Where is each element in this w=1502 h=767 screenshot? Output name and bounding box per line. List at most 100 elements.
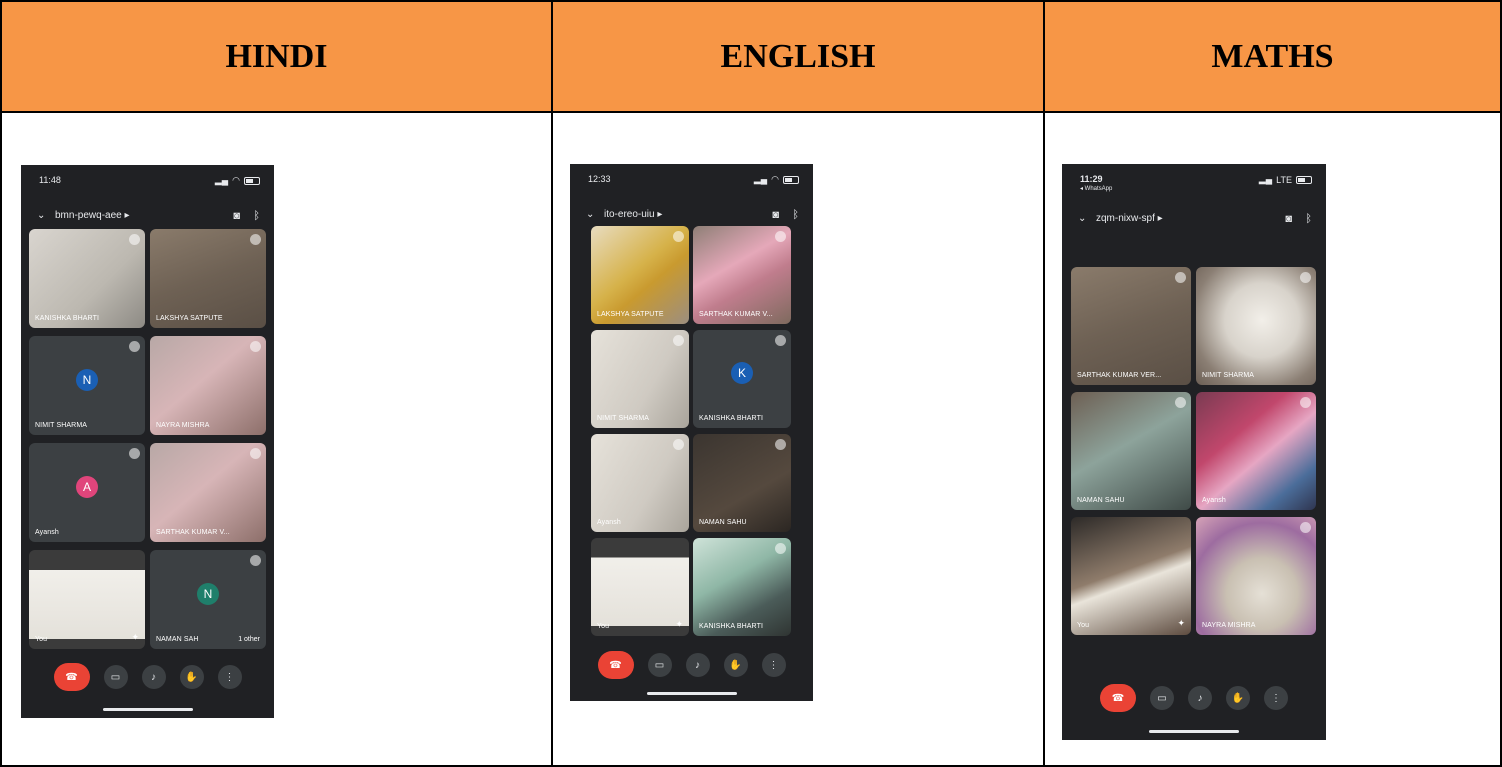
phone-screenshot-maths: 11:29 ◂ WhatsApp ▂▄ LTE ⌄ zqm-nixw-spf ▸ … <box>1062 164 1326 740</box>
participant-avatar: A <box>76 475 98 498</box>
meeting-code[interactable]: bmn-pewq-aee ▸ <box>55 210 130 221</box>
phone-screenshot-hindi: 11:48 ▂▄ ◠ ⌄ bmn-pewq-aee ▸ ◙ ᛒ KANISHKA … <box>21 165 274 718</box>
participant-tile[interactable]: LAKSHYA SATPUTE <box>150 229 266 328</box>
more-options-button[interactable]: ⋮ <box>217 665 242 689</box>
signal-icon: ▂▄ <box>1258 174 1273 184</box>
bluetooth-icon[interactable]: ᛒ <box>1305 213 1312 225</box>
more-options-button[interactable]: ⋮ <box>761 653 786 677</box>
column-divider <box>1043 0 1045 767</box>
participant-avatar: N <box>76 368 98 391</box>
mic-muted-icon <box>775 335 786 346</box>
status-icons: ▂▄ ◠ <box>215 175 260 186</box>
participant-tile[interactable]: Ayansh <box>1196 392 1316 510</box>
effects-icon[interactable]: ✦ <box>131 632 139 643</box>
column-header-maths: MATHS <box>1045 2 1500 111</box>
switch-camera-icon[interactable]: ◙ <box>1285 213 1292 225</box>
raise-hand-button[interactable]: ✋ <box>1226 686 1250 710</box>
mic-muted-icon <box>129 234 140 245</box>
participant-tile[interactable]: NAMAN SAHU <box>1071 392 1191 510</box>
participant-name: NIMIT SHARMA <box>35 422 88 429</box>
switch-camera-icon[interactable]: ◙ <box>772 209 779 221</box>
mic-muted-icon <box>1175 272 1186 283</box>
phone-screenshot-english: 12:33 ▂▄ ◠ ⌄ ito-ereo-uiu ▸ ◙ ᛒ LAKSHYA S… <box>570 164 813 701</box>
participant-tile[interactable]: LAKSHYA SATPUTE <box>591 226 689 324</box>
camera-toggle-button[interactable]: ▭ <box>647 653 672 677</box>
camera-toggle-button[interactable]: ▭ <box>1150 686 1174 710</box>
participant-name: SARTHAK KUMAR V... <box>156 529 230 536</box>
participant-tile[interactable]: NAMAN SAHU <box>693 434 791 532</box>
mic-muted-icon <box>775 439 786 450</box>
home-indicator <box>102 708 193 711</box>
participant-tile[interactable]: SARTHAK KUMAR V... <box>693 226 791 324</box>
mic-muted-icon <box>250 341 261 352</box>
camera-icon: ▭ <box>654 659 665 671</box>
mic-muted-icon <box>775 543 786 554</box>
mic-muted-icon <box>1300 397 1311 408</box>
camera-toggle-button[interactable]: ▭ <box>103 665 128 689</box>
status-time: 12:33 <box>588 174 611 184</box>
end-call-button[interactable]: ☎ <box>53 663 90 691</box>
meeting-code[interactable]: ito-ereo-uiu ▸ <box>604 209 662 220</box>
microphone-icon: ♪ <box>695 659 700 671</box>
mic-muted-icon <box>129 341 140 352</box>
participant-tile[interactable]: N NAMAN SAH 1 other <box>150 550 266 649</box>
participant-name: NAMAN SAHU <box>1077 497 1125 504</box>
status-icons: ▂▄ LTE <box>1259 174 1312 185</box>
effects-icon[interactable]: ✦ <box>1177 618 1185 629</box>
participant-name: NAMAN SAHU <box>699 519 747 526</box>
end-call-button[interactable]: ☎ <box>597 651 634 679</box>
participant-tile[interactable]: NAYRA MISHRA <box>1196 517 1316 635</box>
participant-name: NAYRA MISHRA <box>156 422 210 429</box>
mic-muted-icon <box>673 335 684 346</box>
more-options-button[interactable]: ⋮ <box>1264 686 1288 710</box>
chevron-down-icon[interactable]: ⌄ <box>1078 213 1086 224</box>
more-vertical-icon: ⋮ <box>1271 692 1281 704</box>
participant-tile[interactable]: You ✦ <box>1071 517 1191 635</box>
raise-hand-icon: ✋ <box>729 659 742 671</box>
participant-tile[interactable]: You ✦ <box>29 550 145 649</box>
back-to-whatsapp[interactable]: ◂ WhatsApp <box>1080 185 1112 192</box>
participant-tile[interactable]: You ✦ <box>591 538 689 636</box>
status-icons: ▂▄ ◠ <box>754 174 799 185</box>
raise-hand-button[interactable]: ✋ <box>723 653 748 677</box>
chevron-down-icon[interactable]: ⌄ <box>37 210 45 221</box>
battery-icon <box>783 175 799 184</box>
effects-icon[interactable]: ✦ <box>675 619 683 630</box>
participant-name: Ayansh <box>597 519 621 526</box>
mic-muted-icon <box>1300 272 1311 283</box>
signal-icon: ▂▄ <box>753 174 768 184</box>
participant-name: KANISHKA BHARTI <box>35 315 100 322</box>
mic-toggle-button[interactable]: ♪ <box>1188 686 1212 710</box>
more-vertical-icon: ⋮ <box>224 671 235 683</box>
participant-tile[interactable]: N NIMIT SHARMA <box>29 336 145 435</box>
status-time: 11:48 <box>39 175 61 185</box>
participant-tile[interactable]: K KANISHKA BHARTI <box>693 330 791 428</box>
participant-tile[interactable]: SARTHAK KUMAR V... <box>150 443 266 542</box>
participant-tile[interactable]: NAYRA MISHRA <box>150 336 266 435</box>
mic-muted-icon <box>673 439 684 450</box>
participant-tile[interactable]: NIMIT SHARMA <box>591 330 689 428</box>
switch-camera-icon[interactable]: ◙ <box>233 210 240 222</box>
more-vertical-icon: ⋮ <box>768 659 779 671</box>
lte-icon: LTE <box>1276 174 1292 185</box>
wifi-icon: ◠ <box>771 174 779 184</box>
meeting-code[interactable]: zqm-nixw-spf ▸ <box>1096 213 1163 224</box>
chevron-down-icon[interactable]: ⌄ <box>586 209 594 220</box>
bluetooth-icon[interactable]: ᛒ <box>253 210 260 222</box>
participant-tile[interactable]: SARTHAK KUMAR VER... <box>1071 267 1191 385</box>
home-indicator <box>646 692 737 695</box>
column-header-english: ENGLISH <box>553 2 1043 111</box>
participant-tile[interactable]: A Ayansh <box>29 443 145 542</box>
mic-toggle-button[interactable]: ♪ <box>141 665 166 689</box>
participant-name: NAMAN SAH <box>156 636 199 643</box>
participant-tile[interactable]: KANISHKA BHARTI <box>693 538 791 636</box>
mic-toggle-button[interactable]: ♪ <box>685 653 710 677</box>
raise-hand-button[interactable]: ✋ <box>179 665 204 689</box>
end-call-button[interactable]: ☎ <box>1100 684 1136 712</box>
bluetooth-icon[interactable]: ᛒ <box>792 209 799 221</box>
participant-tile[interactable]: Ayansh <box>591 434 689 532</box>
participant-tile[interactable]: NIMIT SHARMA <box>1196 267 1316 385</box>
participant-name: SARTHAK KUMAR V... <box>699 311 773 318</box>
participant-tile[interactable]: KANISHKA BHARTI <box>29 229 145 328</box>
call-controls: ☎ ▭ ♪ ✋ ⋮ <box>21 663 274 691</box>
